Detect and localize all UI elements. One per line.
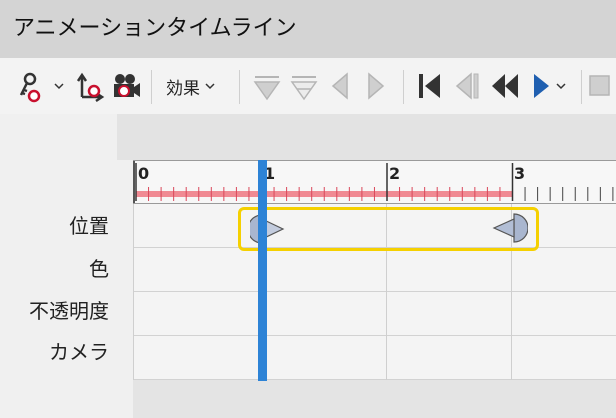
motion-path-button[interactable]	[74, 66, 106, 106]
keyframe-end[interactable]	[492, 212, 528, 244]
tracks-left-border	[133, 204, 134, 380]
camera-icon	[114, 74, 140, 97]
ruler-label-0: 0	[138, 164, 150, 183]
ruler-label-2: 2	[389, 164, 401, 183]
play-icon	[534, 74, 549, 98]
effect-label: 効果	[166, 78, 200, 99]
play-button[interactable]	[530, 66, 567, 106]
chevron-down-icon	[205, 83, 215, 90]
track-label-camera: カメラ	[49, 340, 109, 364]
timeline-header-area	[117, 114, 616, 160]
track-row-opacity[interactable]	[133, 292, 616, 336]
time-ruler[interactable]: 0 1 2 3	[133, 160, 616, 204]
stop-button[interactable]	[589, 66, 611, 106]
track-label-position: 位置	[69, 214, 109, 238]
step-back-button[interactable]	[454, 66, 482, 106]
previous-keyframe-icon	[331, 72, 348, 100]
rewind-button[interactable]	[490, 66, 520, 106]
remove-keyframe-button[interactable]	[289, 66, 319, 106]
next-keyframe-icon	[368, 72, 385, 100]
step-back-icon	[455, 72, 479, 100]
track-row-camera[interactable]	[133, 336, 616, 380]
next-keyframe-button[interactable]	[366, 66, 386, 106]
toolbar-separator	[151, 70, 152, 104]
timeline-scroll-area	[133, 380, 616, 418]
keyframe-start[interactable]	[250, 213, 286, 245]
add-keyframe-button[interactable]	[252, 66, 282, 106]
previous-keyframe-button[interactable]	[330, 66, 350, 106]
window-titlebar: アニメーションタイムライン	[0, 0, 616, 58]
motion-path-icon	[76, 72, 105, 103]
window-title: アニメーションタイムライン	[13, 16, 297, 41]
track-label-color: 色	[89, 257, 109, 281]
ruler-ticks	[135, 163, 614, 201]
playhead[interactable]	[258, 160, 267, 381]
stop-icon	[589, 75, 610, 96]
toolbar: 効果	[0, 58, 616, 114]
effect-dropdown[interactable]: 効果	[166, 66, 217, 106]
go-to-start-icon	[419, 74, 440, 98]
go-to-start-button[interactable]	[416, 66, 444, 106]
key-person-button[interactable]	[16, 66, 65, 106]
remove-keyframe-icon	[290, 76, 318, 101]
ruler-label-3: 3	[514, 164, 526, 183]
toolbar-separator	[581, 70, 582, 104]
key-person-icon	[19, 72, 41, 103]
add-keyframe-icon	[253, 76, 281, 101]
chevron-down-icon[interactable]	[555, 81, 567, 91]
track-row-color[interactable]	[133, 248, 616, 292]
track-label-opacity: 不透明度	[29, 299, 109, 323]
rewind-icon	[492, 74, 518, 98]
chevron-down-icon[interactable]	[53, 81, 65, 91]
toolbar-separator	[239, 70, 240, 104]
camera-button[interactable]	[110, 66, 142, 106]
ruler-left-edge	[133, 161, 135, 203]
toolbar-separator	[403, 70, 404, 104]
